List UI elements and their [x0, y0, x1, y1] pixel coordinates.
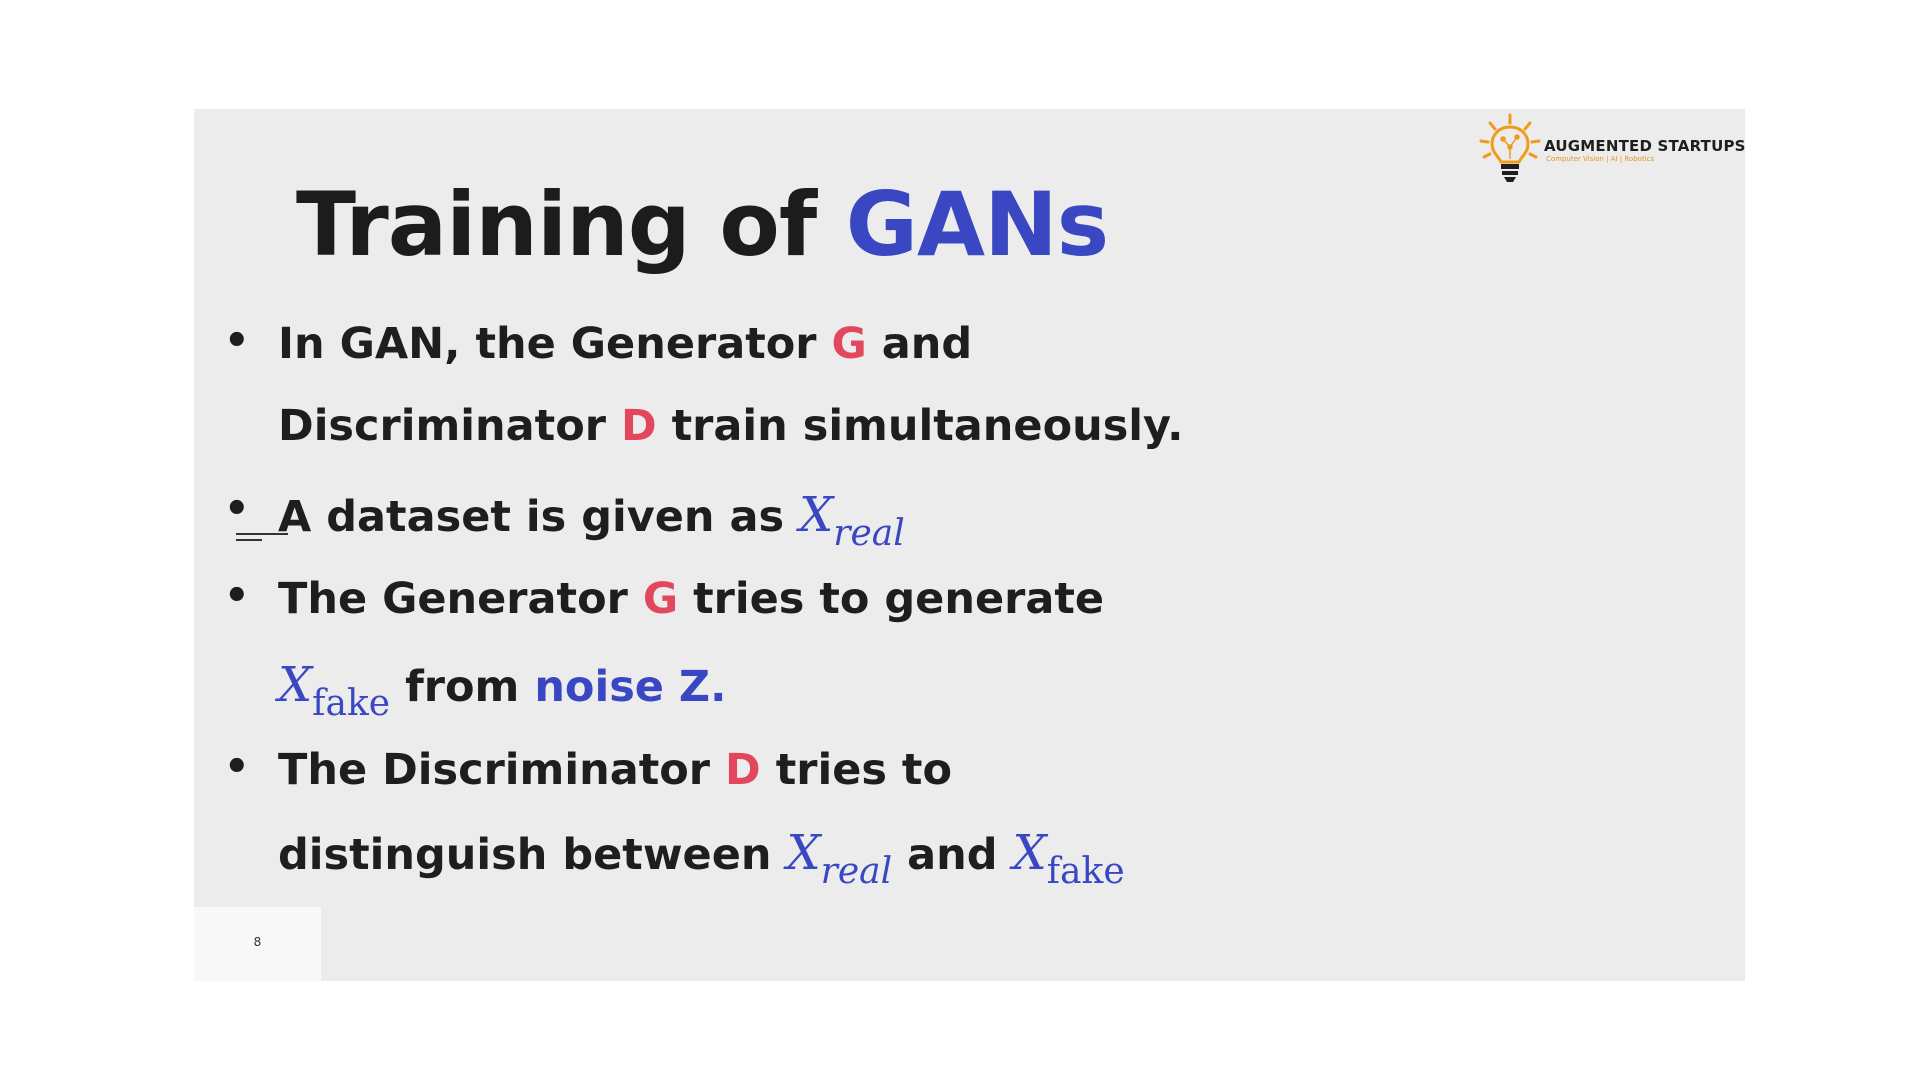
- text: and: [907, 830, 998, 880]
- page-number: 8: [253, 935, 262, 949]
- discriminator-symbol: D: [620, 401, 657, 451]
- text: The Discriminator: [278, 745, 711, 795]
- text: distinguish between: [278, 830, 772, 880]
- bullet-4-line-1: • The Discriminator D tries to: [224, 744, 953, 797]
- math-sub: fake: [1046, 851, 1125, 892]
- bullet-dot: •: [224, 318, 250, 364]
- math-var: X: [1012, 825, 1047, 881]
- bullet-list: • In GAN, the Generator G and Discrimina…: [194, 109, 1745, 981]
- generator-symbol: G: [831, 319, 867, 369]
- bullet-dot: •: [224, 744, 250, 790]
- math-sub: real: [833, 513, 905, 554]
- bullet-dot: •: [224, 573, 250, 619]
- math-var: X: [799, 487, 834, 543]
- math-x-real: Xreal: [786, 825, 892, 892]
- bullet-4-line-2: distinguish between Xreal and Xfake: [278, 825, 1125, 893]
- math-var: X: [278, 657, 313, 713]
- text: and: [881, 319, 973, 369]
- generator-symbol: G: [642, 574, 679, 624]
- text: A dataset is given as: [278, 492, 785, 542]
- discriminator-symbol: D: [725, 745, 761, 795]
- math-sub: real: [820, 851, 893, 892]
- text: tries to: [775, 745, 953, 795]
- slide: Training of GANs AUGMENTED STARTUPS Comp…: [194, 109, 1745, 981]
- bullet-1-line-1: • In GAN, the Generator G and: [224, 318, 973, 371]
- math-sub: fake: [312, 683, 391, 724]
- math-x-fake: Xfake: [1012, 825, 1125, 892]
- page-number-box: 8: [194, 907, 321, 981]
- math-x-real: Xreal: [799, 487, 905, 554]
- text: In GAN, the Generator: [278, 319, 817, 369]
- bullet-3-line-2: Xfake from noise Z.: [278, 657, 726, 725]
- text: from: [405, 662, 520, 712]
- text: The Generator: [278, 574, 628, 624]
- noise-text: noise Z.: [534, 662, 727, 712]
- bullet-2: • A dataset is given as Xreal: [224, 486, 905, 555]
- text: Discriminator: [278, 401, 606, 451]
- bullet-1-line-2: Discriminator D train simultaneously.: [278, 401, 1183, 453]
- bullet-dot: •: [224, 486, 250, 532]
- math-x-fake: Xfake: [278, 657, 390, 724]
- underline-mark: [236, 533, 288, 535]
- text: train simultaneously.: [671, 401, 1184, 451]
- bullet-3-line-1: • The Generator G tries to generate: [224, 573, 1105, 626]
- math-var: X: [786, 825, 821, 881]
- underline-mark: [236, 539, 262, 541]
- text: tries to generate: [693, 574, 1105, 624]
